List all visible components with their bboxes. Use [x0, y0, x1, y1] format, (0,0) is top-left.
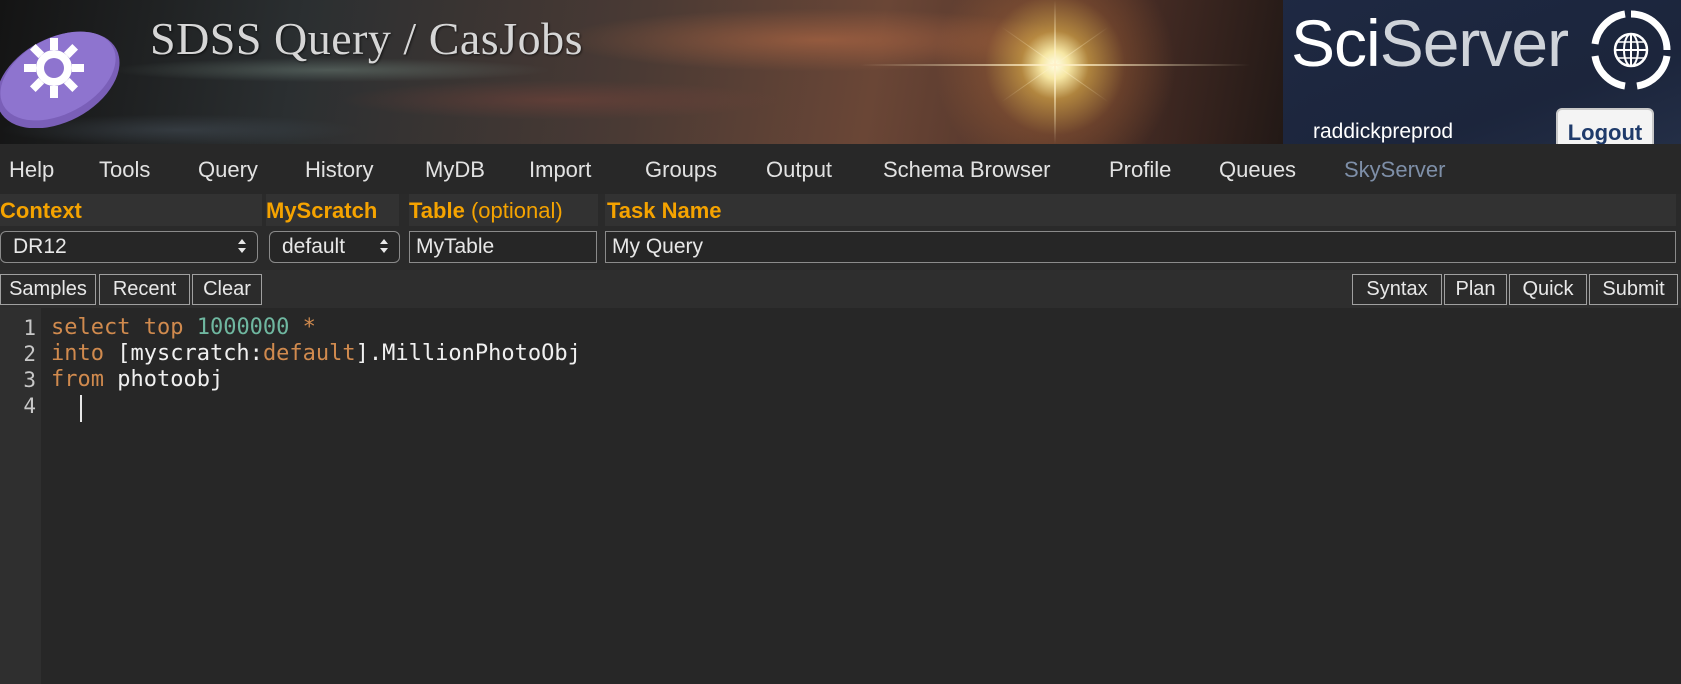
- form-header-row: Context MyScratch Table (optional) Task …: [0, 194, 1681, 228]
- table-header: Table (optional): [409, 194, 598, 226]
- myscratch-label: MyScratch: [266, 198, 378, 223]
- code-line-1: select top 1000000 *: [51, 315, 316, 340]
- globe-icon[interactable]: [1589, 8, 1673, 92]
- context-select-value: DR12: [13, 235, 67, 258]
- taskname-header: Task Name: [605, 194, 1676, 226]
- context-header: Context: [0, 194, 262, 226]
- line-number-gutter: 1 2 3 4: [0, 308, 41, 684]
- nav-schema-browser[interactable]: Schema Browser: [883, 157, 1051, 183]
- line-number: 3: [23, 368, 36, 392]
- quick-button[interactable]: Quick: [1509, 274, 1587, 305]
- code-line-2: into [myscratch:default].MillionPhotoObj: [51, 341, 581, 366]
- code-token: photoobj: [103, 367, 224, 392]
- table-optional-label: (optional): [470, 198, 563, 223]
- sciserver-brand-sci: Sci: [1291, 6, 1381, 80]
- table-label: Table: [409, 198, 465, 223]
- select-arrows-icon: [238, 239, 246, 253]
- nav-mydb[interactable]: MyDB: [425, 157, 485, 183]
- banner-title: SDSS Query / CasJobs: [150, 13, 584, 64]
- syntax-button[interactable]: Syntax: [1352, 274, 1442, 305]
- sdss-logo-icon[interactable]: [0, 18, 130, 128]
- code-token: [myscratch:: [103, 341, 263, 366]
- myscratch-header: MyScratch: [266, 194, 399, 226]
- taskname-input[interactable]: My Query: [605, 231, 1676, 263]
- myscratch-select[interactable]: default: [269, 231, 400, 263]
- code-line-3: from photoobj: [51, 367, 223, 392]
- star-flare-vertical: [1054, 0, 1056, 144]
- code-token: ].MillionPhotoObj: [355, 341, 581, 366]
- nav-import[interactable]: Import: [529, 157, 591, 183]
- code-token: default: [262, 341, 356, 366]
- code-token: from: [51, 367, 104, 392]
- samples-button[interactable]: Samples: [0, 274, 96, 305]
- sciserver-brand-server: Server: [1379, 6, 1569, 80]
- myscratch-select-value: default: [282, 235, 346, 258]
- taskname-label: Task Name: [607, 198, 722, 223]
- sql-editor[interactable]: 1 2 3 4 select top 1000000 * into [myscr…: [0, 308, 1681, 684]
- line-number: 2: [23, 342, 36, 366]
- nav-skyserver[interactable]: SkyServer: [1344, 157, 1445, 183]
- submit-button[interactable]: Submit: [1589, 274, 1678, 305]
- line-number: 4: [23, 394, 36, 418]
- nav-queues[interactable]: Queues: [1219, 157, 1296, 183]
- recent-button[interactable]: Recent: [99, 274, 190, 305]
- table-input[interactable]: MyTable: [409, 231, 597, 263]
- code-token: into: [51, 341, 104, 366]
- nav-profile[interactable]: Profile: [1109, 157, 1171, 183]
- clear-button[interactable]: Clear: [192, 274, 262, 305]
- select-arrows-icon: [380, 239, 388, 253]
- main-nav: Help Tools Query History MyDB Import Gro…: [0, 144, 1681, 194]
- username-label: raddickpreprod: [1313, 120, 1454, 143]
- code-token: select top: [51, 315, 197, 340]
- text-cursor: [80, 395, 82, 422]
- nav-output[interactable]: Output: [766, 157, 832, 183]
- plan-button[interactable]: Plan: [1444, 274, 1507, 305]
- code-token: *: [289, 315, 316, 340]
- nav-groups[interactable]: Groups: [645, 157, 717, 183]
- sciserver-logo-text[interactable]: SciServer: [1291, 10, 1569, 76]
- code-token: 1000000: [196, 315, 290, 340]
- nav-tools[interactable]: Tools: [99, 157, 150, 183]
- editor-toolbar: Samples Recent Clear Syntax Plan Quick S…: [0, 270, 1681, 308]
- nav-query[interactable]: Query: [198, 157, 258, 183]
- context-label: Context: [0, 198, 82, 223]
- context-select[interactable]: DR12: [0, 231, 258, 263]
- nav-history[interactable]: History: [305, 157, 373, 183]
- line-number: 1: [23, 316, 36, 340]
- nav-help[interactable]: Help: [9, 157, 54, 183]
